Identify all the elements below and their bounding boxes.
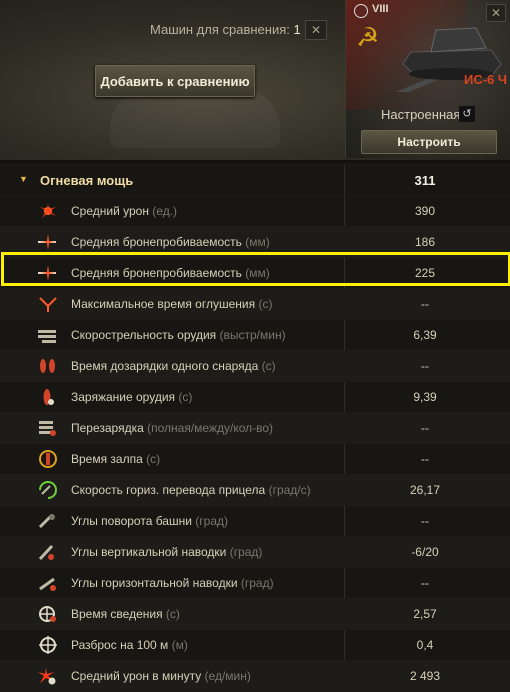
stat-value: --	[421, 576, 429, 590]
stat-row-reload: Заряжание орудия (с) 9,39	[0, 382, 510, 413]
stat-value: --	[421, 452, 429, 466]
stat-row-traverse: Скорость гориз. перевода прицела (град/с…	[0, 475, 510, 506]
stat-value: --	[421, 514, 429, 528]
config-status: Настроенная	[381, 107, 461, 122]
horizontal-aim-icon	[39, 577, 56, 591]
dispersion-icon	[39, 636, 57, 654]
stat-label: Средняя бронепробиваемость	[71, 266, 242, 280]
vehicle-name: ИС-6 Ч	[464, 72, 508, 87]
stat-row-horizontal-aim: Углы горизонтальной наводки (град) --	[0, 568, 510, 599]
stat-unit: (с)	[162, 607, 180, 621]
stat-label: Средний урон в минуту	[71, 669, 202, 683]
stat-unit: (выстр/мин)	[216, 328, 286, 342]
stat-row-damage: Средний урон (ед.) 390	[0, 196, 510, 227]
stat-value: 2,57	[413, 607, 437, 621]
stat-unit: (с)	[175, 390, 193, 404]
stat-label: Средняя бронепробиваемость	[71, 235, 242, 249]
stat-label: Углы горизонтальной наводки	[71, 576, 238, 590]
stat-unit: (с)	[142, 452, 161, 466]
stat-label: Время сведения	[71, 607, 163, 621]
stat-value: 225	[414, 266, 436, 280]
salvo-icon	[39, 450, 57, 468]
stat-value: --	[421, 359, 429, 373]
vehicle-type-icon	[354, 4, 368, 18]
stat-unit: (град/с)	[265, 483, 311, 497]
compare-count-label: Машин для сравнения: 1	[150, 22, 301, 37]
stat-label: Средний урон	[71, 204, 149, 218]
stat-label: Углы поворота башни	[71, 514, 192, 528]
stat-value: 26,17	[409, 483, 441, 497]
stat-row-penetration-premium: Средняя бронепробиваемость (мм) 225	[0, 258, 510, 289]
background-tank-silhouette	[110, 88, 280, 148]
group-firepower[interactable]: ▼ Огневая мощь 311	[0, 165, 510, 196]
stat-label: Углы вертикальной наводки	[71, 545, 227, 559]
vehicle-card: ☭ VIII ✕ ИС-6 Ч Настроенная ↺ Настроить	[345, 0, 510, 158]
stat-unit: (м)	[168, 638, 188, 652]
stat-value: 2 493	[409, 669, 441, 683]
reload-icon	[43, 389, 54, 405]
stat-unit: (с)	[255, 297, 273, 311]
compare-header: Машин для сравнения: 1 ✕ Добавить к срав…	[0, 0, 510, 160]
stat-value: 186	[414, 235, 436, 249]
stat-unit: (ед/мин)	[201, 669, 251, 683]
stat-value: 6,39	[413, 328, 437, 342]
reset-config-icon[interactable]: ↺	[459, 106, 475, 122]
stat-unit: (мм)	[241, 266, 270, 280]
damage-icon	[40, 203, 56, 218]
turret-angle-icon	[38, 513, 55, 529]
stat-unit: (ед.)	[148, 204, 178, 218]
stat-row-stun: Максимальное время оглушения (с) --	[0, 289, 510, 320]
add-to-compare-button[interactable]: Добавить к сравнению	[95, 65, 255, 97]
stat-row-autoreload: Время дозарядки одного снаряда (с) --	[0, 351, 510, 382]
stat-unit: (град)	[191, 514, 228, 528]
clear-compare-button[interactable]: ✕	[305, 20, 327, 40]
stat-unit: (град)	[237, 576, 274, 590]
autoreload-icon	[40, 359, 55, 373]
stat-label: Время дозарядки одного снаряда	[71, 359, 259, 373]
stat-row-elevation: Углы вертикальной наводки (град) -6/20	[0, 537, 510, 568]
penetration-icon	[38, 234, 56, 250]
configure-button[interactable]: Настроить	[361, 130, 497, 154]
elevation-icon	[38, 544, 54, 561]
stat-label: Время залпа	[71, 452, 143, 466]
stat-label: Перезарядка	[71, 421, 144, 435]
stat-label: Скорость гориз. перевода прицела	[71, 483, 266, 497]
stat-label: Разброс на 100 м	[71, 638, 169, 652]
stat-value: -6/20	[411, 545, 439, 559]
stat-unit: (полная/между/кол-во)	[143, 421, 274, 435]
stat-label: Скорострельность орудия	[71, 328, 217, 342]
stun-icon	[39, 297, 57, 312]
stat-unit: (град)	[226, 545, 263, 559]
dpm-icon	[38, 668, 56, 685]
stat-row-aim-time: Время сведения (с) 2,57	[0, 599, 510, 630]
stats-table: ▼ Огневая мощь 311 Средний урон (ед.) 39…	[0, 165, 510, 692]
stat-value: 0,4	[416, 638, 434, 652]
stat-row-turret-angles: Углы поворота башни (град) --	[0, 506, 510, 537]
rate-of-fire-icon	[38, 330, 56, 343]
penetration-premium-icon	[38, 265, 56, 281]
group-label: Огневая мощь	[40, 172, 134, 188]
stat-row-dispersion: Разброс на 100 м (м) 0,4	[0, 630, 510, 661]
compare-label-text: Машин для сравнения:	[150, 22, 290, 37]
stat-row-penetration: Средняя бронепробиваемость (мм) 186	[0, 227, 510, 258]
stat-label: Максимальное время оглушения	[71, 297, 256, 311]
traverse-icon	[39, 481, 57, 499]
collapse-arrow-icon[interactable]: ▼	[19, 174, 28, 184]
stat-row-magazine: Перезарядка (полная/между/кол-во) --	[0, 413, 510, 444]
stat-value: 9,39	[413, 390, 437, 404]
group-value: 311	[414, 172, 436, 188]
stat-unit: (мм)	[241, 235, 270, 249]
stat-value: 390	[414, 204, 436, 218]
stat-row-rate-of-fire: Скорострельность орудия (выстр/мин) 6,39	[0, 320, 510, 351]
stat-label: Заряжание орудия	[71, 390, 176, 404]
stat-row-salvo: Время залпа (с) --	[0, 444, 510, 475]
aim-time-icon	[39, 606, 56, 622]
magazine-icon	[39, 421, 56, 436]
stat-unit: (с)	[258, 359, 276, 373]
stat-value: --	[421, 297, 429, 311]
compare-count: 1	[293, 22, 301, 37]
stat-row-dpm: Средний урон в минуту (ед/мин) 2 493	[0, 661, 510, 692]
stat-value: --	[421, 421, 429, 435]
hammer-sickle-icon: ☭	[356, 22, 380, 52]
